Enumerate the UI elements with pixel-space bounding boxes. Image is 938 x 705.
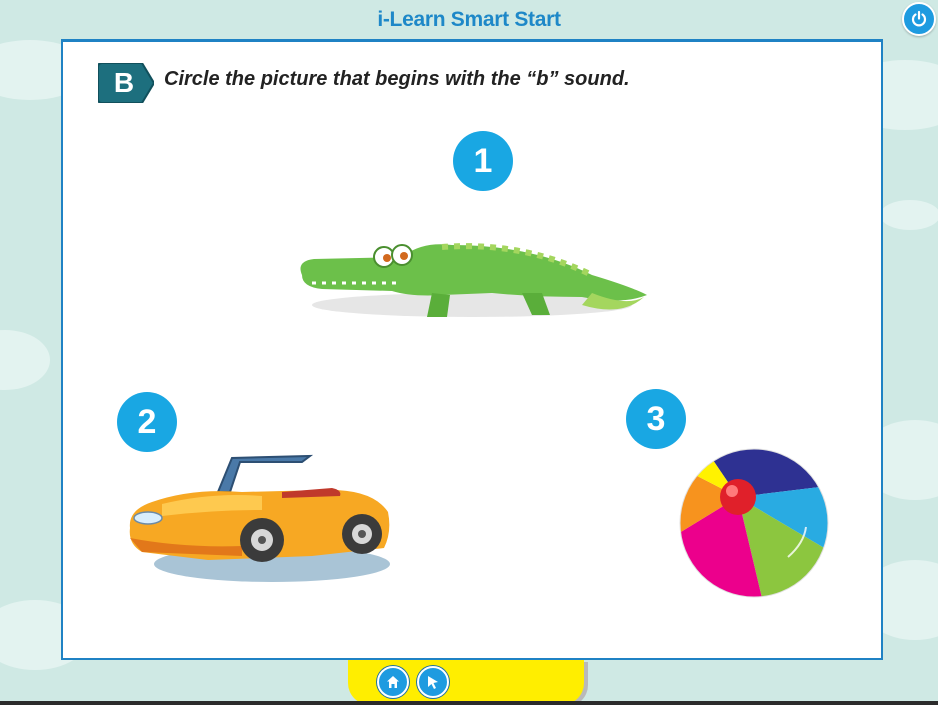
- exercise-panel: B Circle the picture that begins with th…: [61, 39, 883, 660]
- bottom-edge: [0, 701, 938, 705]
- crocodile-picture[interactable]: [292, 227, 652, 327]
- option-number-3: 3: [626, 389, 686, 449]
- power-button[interactable]: [902, 2, 936, 36]
- option-number-1: 1: [453, 131, 513, 191]
- cursor-arrow-icon: [428, 676, 438, 689]
- background-cloud: [880, 200, 938, 230]
- home-button[interactable]: [377, 666, 409, 698]
- app-title: i-Learn Smart Start: [377, 8, 561, 31]
- instruction-text: Circle the picture that begins with the …: [164, 68, 630, 90]
- pointer-tool-button[interactable]: [417, 666, 449, 698]
- car-picture[interactable]: [122, 452, 397, 587]
- ball-picture[interactable]: [676, 445, 832, 601]
- background-cloud: [0, 330, 50, 390]
- option-number-2: 2: [117, 392, 177, 452]
- section-letter: B: [113, 67, 135, 98]
- home-icon: [387, 676, 399, 688]
- power-icon: [911, 10, 927, 27]
